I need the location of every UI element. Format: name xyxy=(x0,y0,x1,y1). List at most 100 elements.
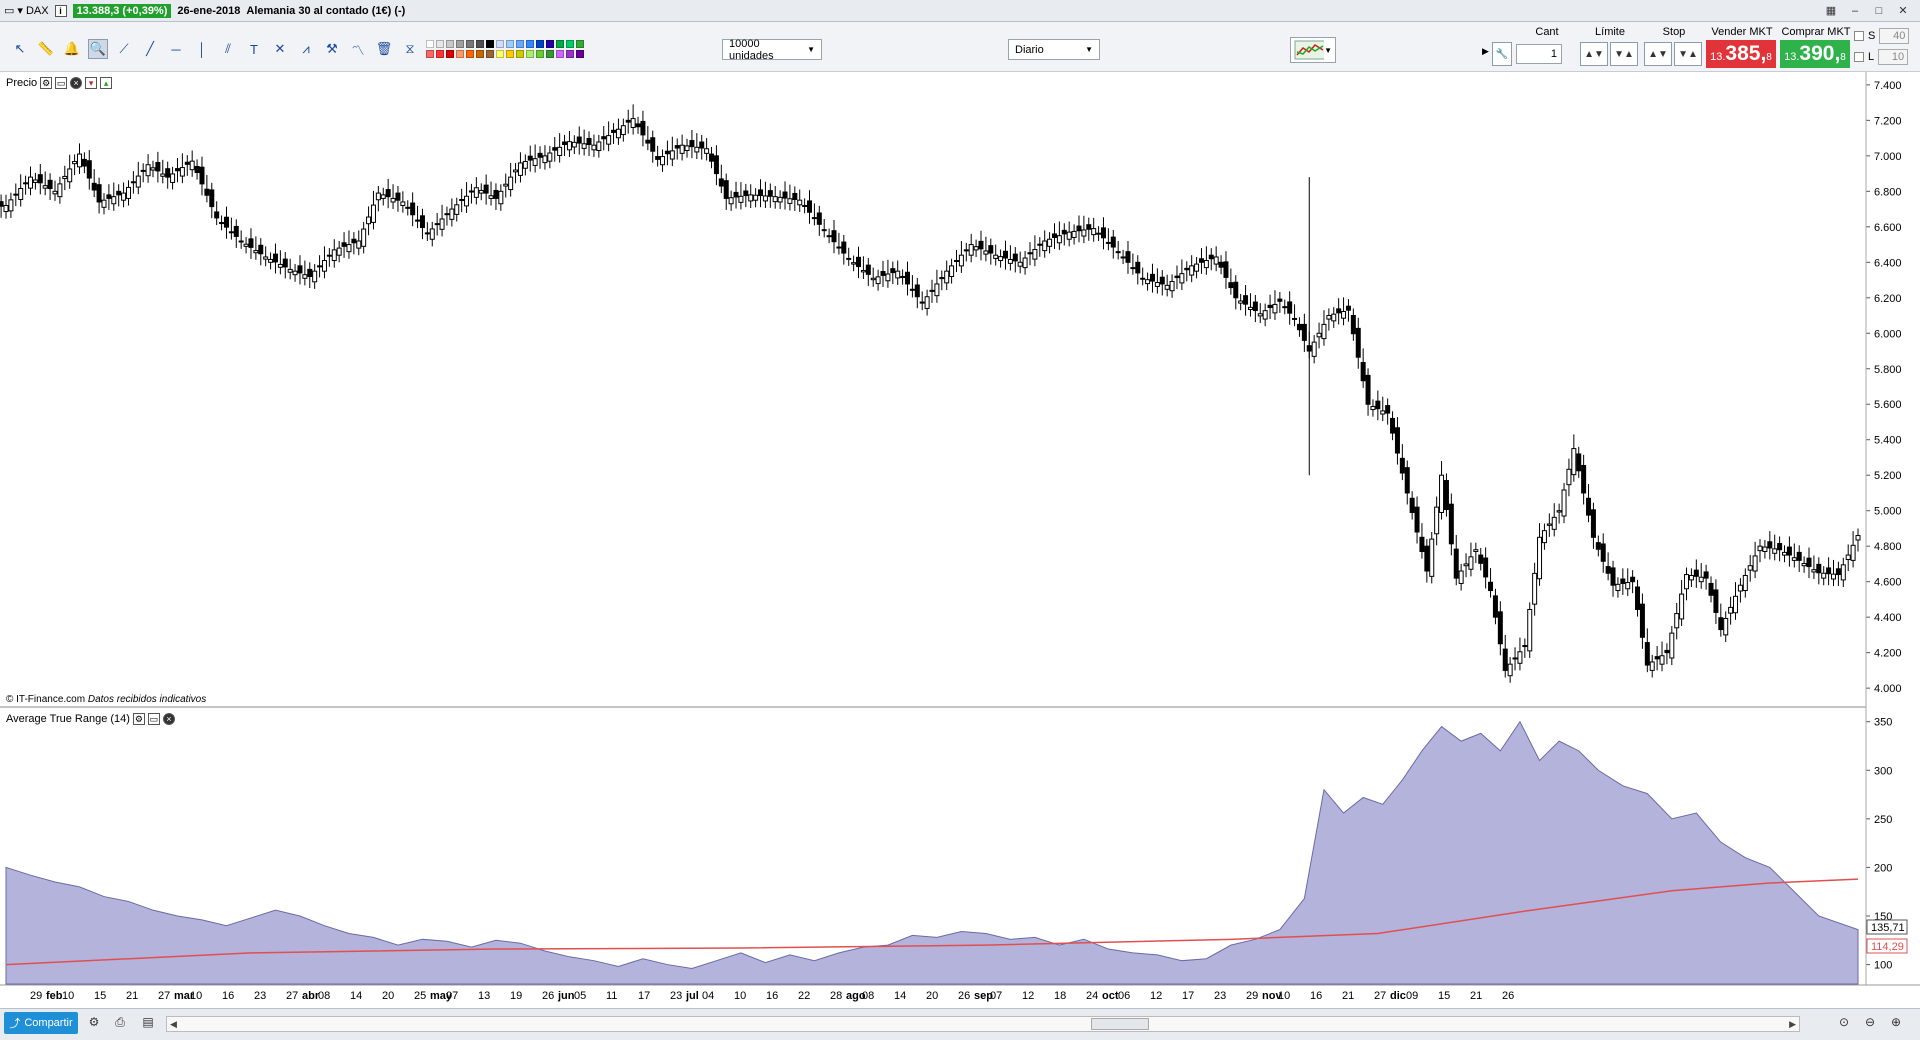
link-icon[interactable]: ⚙ xyxy=(86,1015,102,1031)
color-swatch[interactable] xyxy=(546,50,554,58)
color-swatch[interactable] xyxy=(576,50,584,58)
quantity-input[interactable]: 1 xyxy=(1516,44,1562,64)
color-swatch[interactable] xyxy=(496,40,504,48)
candle-body xyxy=(1757,545,1763,552)
candle-body xyxy=(1507,663,1513,677)
instrument-menu-button[interactable]: ▭ ▾ DAX xyxy=(4,4,49,18)
delete-icon[interactable]: 🗑 xyxy=(374,39,394,59)
minimize-icon[interactable]: – xyxy=(1848,5,1862,17)
stop-loss-checkbox[interactable] xyxy=(1854,31,1864,41)
color-swatch[interactable] xyxy=(536,50,544,58)
color-swatch[interactable] xyxy=(516,50,524,58)
color-swatch[interactable] xyxy=(506,40,514,48)
candle-body xyxy=(767,190,773,197)
stop-buy-button[interactable]: ▲▼ xyxy=(1644,42,1672,66)
wrench-icon[interactable]: 🔧 xyxy=(1492,42,1512,66)
info-icon[interactable]: i xyxy=(54,4,67,17)
color-swatch[interactable] xyxy=(456,40,464,48)
color-swatch[interactable] xyxy=(536,40,544,48)
candle-body xyxy=(1434,506,1440,535)
color-swatch[interactable] xyxy=(526,40,534,48)
fibonacci-icon[interactable]: ✕ xyxy=(270,39,290,59)
zoom-fit-icon[interactable]: ⊙ xyxy=(1836,1015,1852,1031)
color-swatch[interactable] xyxy=(566,50,574,58)
trend-tool-icon[interactable]: 〽 xyxy=(348,39,368,59)
color-swatch[interactable] xyxy=(446,40,454,48)
candle-body xyxy=(753,194,759,201)
wrench-icon[interactable]: ⚙ xyxy=(40,77,53,89)
layout-icon[interactable]: ▦ xyxy=(1824,5,1838,17)
color-swatch[interactable] xyxy=(436,40,444,48)
stop-loss-input[interactable]: 40 xyxy=(1879,28,1910,44)
color-swatch[interactable] xyxy=(476,50,484,58)
window-icon[interactable]: ▭ xyxy=(147,713,160,725)
extended-line-icon[interactable]: ╱ xyxy=(140,39,160,59)
color-swatch[interactable] xyxy=(526,50,534,58)
horizontal-scrollbar[interactable]: ◀ ▶ xyxy=(166,1016,1800,1032)
scroll-left-icon[interactable]: ◀ xyxy=(170,1019,177,1030)
chart-area[interactable]: 7.400 7.200 7.000 6.800 6.600 6.400 6.200 6.000… xyxy=(0,72,1920,1008)
color-swatch[interactable] xyxy=(506,50,514,58)
alert-down-icon[interactable]: ▾ xyxy=(85,77,98,89)
color-swatch[interactable] xyxy=(486,50,494,58)
zoom-out-icon[interactable]: ⊖ xyxy=(1862,1015,1878,1031)
horizontal-line-icon[interactable]: ─ xyxy=(166,39,186,59)
wrench-icon[interactable]: ⚙ xyxy=(132,713,145,725)
scroll-right-icon[interactable]: ▶ xyxy=(1789,1019,1796,1030)
limit-input[interactable]: 10 xyxy=(1878,49,1909,65)
color-swatch[interactable] xyxy=(556,50,564,58)
candle-body xyxy=(895,270,901,279)
color-swatch[interactable] xyxy=(486,40,494,48)
color-swatch[interactable] xyxy=(436,50,444,58)
color-swatch[interactable] xyxy=(456,50,464,58)
vertical-line-icon[interactable]: │ xyxy=(192,39,212,59)
share-label: Compartir xyxy=(24,1017,73,1029)
ruler-icon[interactable]: 📏 xyxy=(36,39,56,59)
alert-up-icon[interactable]: ▴ xyxy=(100,77,113,89)
color-swatch[interactable] xyxy=(466,40,474,48)
y-axis-tick-label: 4.400 xyxy=(1874,612,1902,624)
color-swatch[interactable] xyxy=(546,40,554,48)
close-icon[interactable]: × xyxy=(70,77,83,89)
color-swatch[interactable] xyxy=(556,40,564,48)
period-select[interactable]: Diario ▼ xyxy=(1008,39,1100,60)
export-icon[interactable]: ▤ xyxy=(140,1015,156,1031)
color-swatch[interactable] xyxy=(426,40,434,48)
close-icon[interactable]: ✕ xyxy=(1896,5,1910,17)
pitchfork-icon[interactable]: ⚒ xyxy=(322,39,342,59)
color-swatch[interactable] xyxy=(476,40,484,48)
share-button[interactable]: ⤴ Compartir xyxy=(4,1012,78,1034)
sell-market-button[interactable]: 13. 385, 8 xyxy=(1706,40,1776,68)
alarm-bell-icon[interactable]: 🔔 xyxy=(62,39,82,59)
gann-fan-icon[interactable]: ⩘ xyxy=(296,39,316,59)
maximize-icon[interactable]: □ xyxy=(1872,5,1886,17)
buy-market-button[interactable]: 13. 390, 8 xyxy=(1780,40,1850,68)
color-swatch[interactable] xyxy=(566,40,574,48)
color-swatch[interactable] xyxy=(426,50,434,58)
chart-type-button[interactable]: ▼ xyxy=(1290,37,1336,63)
limit-sell-button[interactable]: ▼▲ xyxy=(1610,42,1638,66)
limit-checkbox[interactable] xyxy=(1854,52,1864,62)
expand-arrow-icon[interactable]: ▶ xyxy=(1482,46,1489,57)
color-swatch[interactable] xyxy=(516,40,524,48)
channel-icon[interactable]: ⫽ xyxy=(218,39,238,59)
y-axis-tick-label: 350 xyxy=(1874,717,1892,729)
pattern-icon[interactable]: ⧖ xyxy=(400,39,420,59)
close-icon[interactable]: × xyxy=(162,713,175,725)
color-swatch[interactable] xyxy=(576,40,584,48)
text-icon[interactable]: T xyxy=(244,39,264,59)
print-icon[interactable]: ⎙ xyxy=(112,1015,128,1031)
quantity-select[interactable]: 10000 unidades ▼ xyxy=(722,38,822,62)
color-swatch[interactable] xyxy=(446,50,454,58)
pointer-icon[interactable]: ↖ xyxy=(10,39,30,59)
limit-buy-button[interactable]: ▲▼ xyxy=(1580,42,1608,66)
window-icon[interactable]: ▭ xyxy=(55,77,68,89)
color-swatch[interactable] xyxy=(496,50,504,58)
color-swatch[interactable] xyxy=(466,50,474,58)
trendline-icon[interactable]: ⟋ xyxy=(114,39,134,59)
stop-sell-button[interactable]: ▼▲ xyxy=(1674,42,1702,66)
zoom-in-icon[interactable]: ⊕ xyxy=(1888,1015,1904,1031)
zoom-magnifier-icon[interactable]: 🔍 xyxy=(88,39,108,59)
candle-body xyxy=(150,167,156,171)
scrollbar-thumb[interactable] xyxy=(1091,1018,1149,1030)
